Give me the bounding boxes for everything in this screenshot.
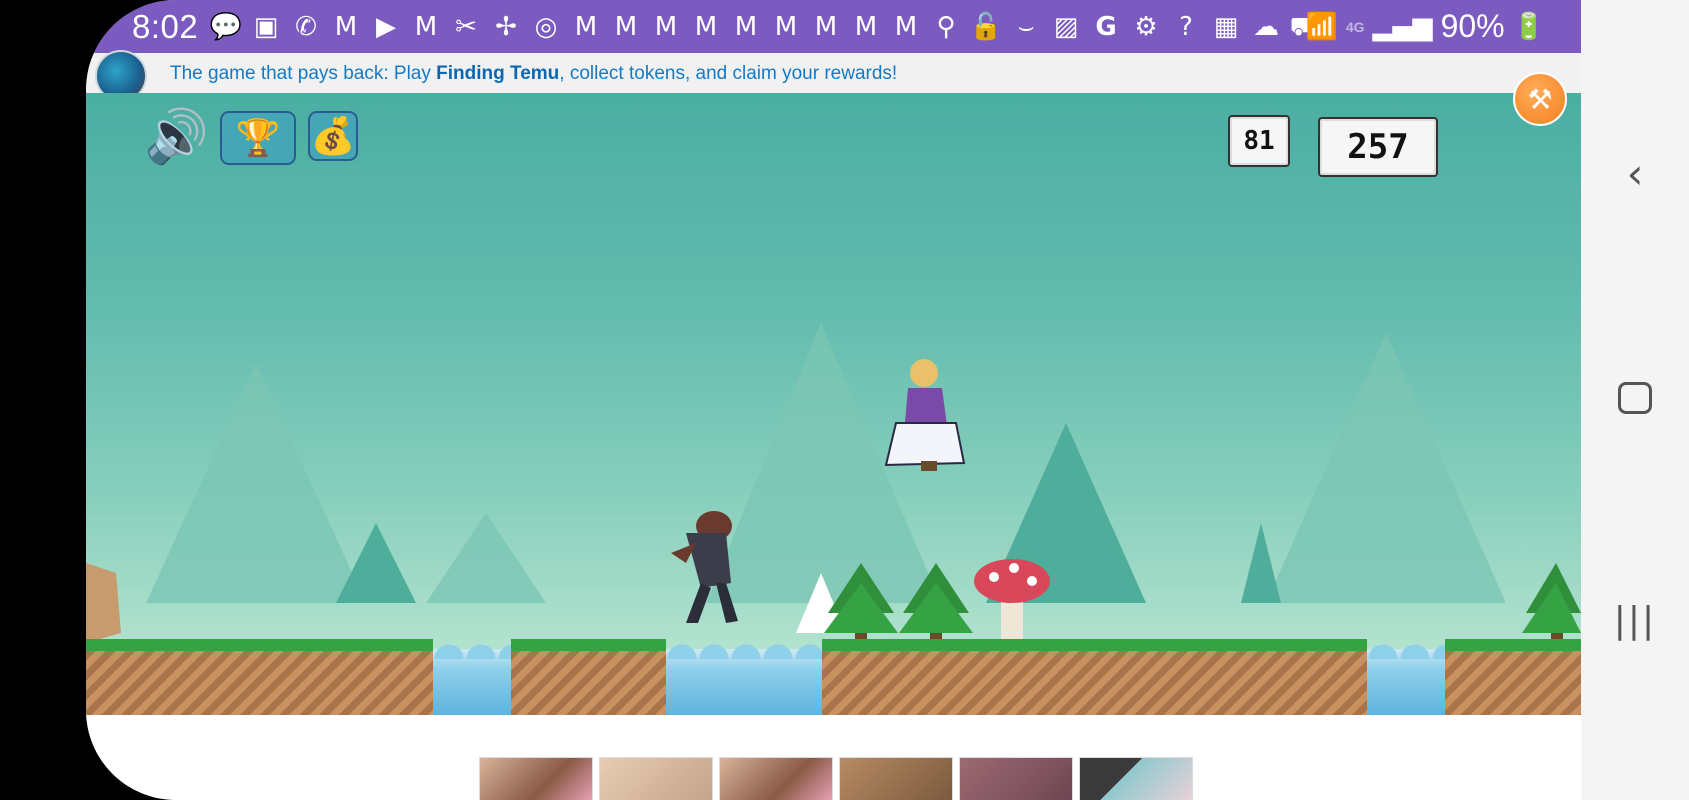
phone-screen: 8:02 💬 ▣ ✆ M ▶ M ✂ ✢ ◎ M M M M M M M M M… <box>86 0 1581 800</box>
background-scenery <box>86 323 1581 643</box>
system-nav-bar: ‹ ||| <box>1581 0 1689 800</box>
money-bag-icon: 💰 <box>310 116 356 157</box>
gmail-icon: M <box>774 12 798 42</box>
trophy-button[interactable]: 🏆 <box>220 111 296 165</box>
rock <box>86 563 121 643</box>
ground-segment <box>1445 639 1581 715</box>
princess-npc <box>884 359 966 471</box>
home-icon[interactable] <box>1607 370 1663 426</box>
gmail-icon: M <box>654 12 678 42</box>
banner-game-name: Finding Temu <box>436 63 560 84</box>
battery-percent: 90% <box>1440 8 1505 44</box>
cloud-icon: ☁ <box>1253 12 1279 42</box>
location-icon: ⚲ <box>936 12 956 42</box>
banner-suffix: , collect tokens, and claim your rewards… <box>559 63 898 84</box>
ad-thumbnail-strip <box>86 715 1581 800</box>
product-thumbnail[interactable] <box>1079 757 1193 800</box>
tools-icon: ⚒ <box>1527 82 1553 116</box>
messenger-icon: ✆ <box>295 12 317 42</box>
gmail-icon: M <box>854 12 878 42</box>
gmail-icon: M <box>694 12 718 42</box>
gmail-icon: M <box>574 12 598 42</box>
speaker-icon[interactable]: 🔊 <box>144 107 214 167</box>
gmail-icon: M <box>334 12 358 42</box>
calendar-icon: ▦ <box>1213 12 1239 42</box>
settings-icon: ⚙ <box>1134 12 1158 42</box>
product-thumbnail[interactable] <box>839 757 953 800</box>
banner-prefix: The game that pays back: Play <box>170 63 437 84</box>
network-type: 4G <box>1345 18 1365 35</box>
gmail-icon: M <box>734 12 758 42</box>
ninja-player <box>671 511 738 623</box>
image-icon: ▨ <box>1053 12 1079 42</box>
game-canvas[interactable]: 🔊 🏆 💰 81 257 <box>86 93 1581 715</box>
ground-segment <box>822 639 1367 715</box>
sync-icon: ◎ <box>534 12 558 42</box>
water-gap <box>666 639 822 715</box>
gmail-icon: M <box>614 12 638 42</box>
promo-banner[interactable]: The game that pays back: Play Finding Te… <box>86 50 1581 102</box>
coin-counter: 81 <box>1228 115 1290 167</box>
signal-icon: ▂▄▆ <box>1372 11 1433 42</box>
gmail-icon: M <box>414 12 438 42</box>
ground-segment <box>511 639 666 715</box>
status-bar: 8:02 💬 ▣ ✆ M ▶ M ✂ ✢ ◎ M M M M M M M M M… <box>86 0 1581 53</box>
lock-icon: 🔓 <box>969 12 1003 42</box>
pinwheel-icon: ✢ <box>495 12 517 42</box>
ground-segment <box>86 639 433 715</box>
back-icon[interactable]: ‹ <box>1607 145 1663 201</box>
gmail-icon: M <box>814 12 838 42</box>
sim-icon: ▣ <box>253 12 279 42</box>
help-icon: ? <box>1179 12 1193 42</box>
product-thumbnail[interactable] <box>599 757 713 800</box>
money-button[interactable]: 💰 <box>308 111 358 161</box>
product-thumbnail[interactable] <box>719 757 833 800</box>
tools-button[interactable]: ⚒ <box>1513 72 1567 126</box>
product-thumbnail[interactable] <box>479 757 593 800</box>
tool-icon: ✂ <box>455 12 477 42</box>
status-right: 📶 4G ▂▄▆ 90% 🔋 <box>1306 8 1545 45</box>
battery-icon: 🔋 <box>1512 11 1545 42</box>
chat-bubble-icon: 💬 <box>209 12 243 42</box>
water-gap <box>1367 639 1445 715</box>
gmail-icon: M <box>894 12 918 42</box>
water-gap <box>433 639 511 715</box>
score-counter: 257 <box>1318 117 1438 177</box>
amazon-icon: ⌣ <box>1017 12 1035 42</box>
notification-icons: 💬 ▣ ✆ M ▶ M ✂ ✢ ◎ M M M M M M M M M ⚲ 🔓 … <box>209 10 1323 44</box>
status-time: 8:02 <box>132 8 199 45</box>
wifi-icon: 📶 <box>1305 11 1338 42</box>
trophy-icon: 🏆 <box>235 118 281 159</box>
recents-icon[interactable]: ||| <box>1607 592 1663 648</box>
g-icon: G <box>1095 12 1117 42</box>
product-thumbnail[interactable] <box>959 757 1073 800</box>
banner-text[interactable]: The game that pays back: Play Finding Te… <box>170 63 897 85</box>
youtube-icon: ▶ <box>376 12 396 42</box>
